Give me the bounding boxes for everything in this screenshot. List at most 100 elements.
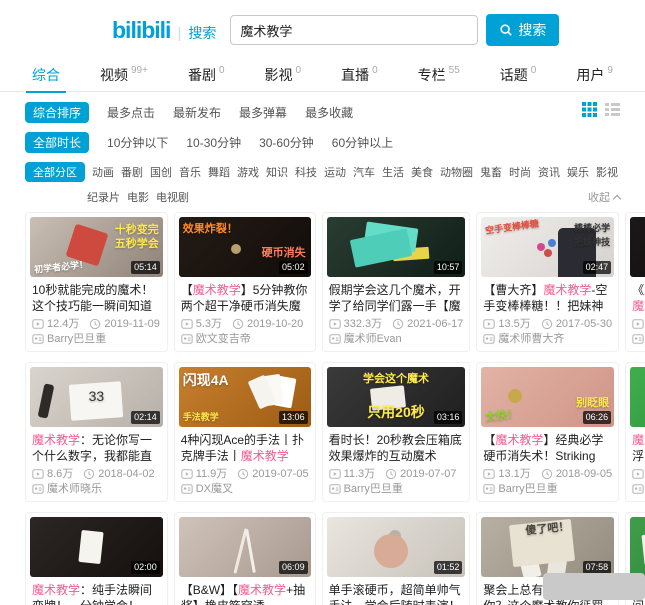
video-card[interactable]: 03:16 学会这个魔术只用20秒 看时长！20秒教会压箱底效果爆炸的互动魔术【… bbox=[322, 362, 471, 502]
filter-option[interactable]: 汽车 bbox=[353, 164, 375, 180]
video-thumbnail[interactable]: 10:57 bbox=[327, 217, 466, 277]
filter-option[interactable]: 美食 bbox=[411, 164, 433, 180]
uploader[interactable]: 魔术师曹大齐 bbox=[483, 332, 564, 346]
filter-option[interactable]: 国创 bbox=[150, 164, 172, 180]
result-tab[interactable]: 综合 bbox=[32, 58, 60, 92]
video-thumbnail[interactable]: 05:14 十秒变完五秒学会初学者必学！ bbox=[30, 217, 163, 277]
video-thumbnail[interactable]: 03:16 学会这个魔术只用20秒 bbox=[327, 367, 466, 427]
grid-view-icon[interactable] bbox=[582, 102, 597, 117]
result-tab[interactable]: 话题 0 bbox=[500, 58, 537, 92]
filter-option[interactable]: 时尚 bbox=[509, 164, 531, 180]
uploader[interactable]: Barry巴旦重 bbox=[32, 332, 106, 346]
filter-option[interactable]: 最新发布 bbox=[173, 104, 221, 121]
video-thumbnail[interactable]: 01:20 bbox=[630, 367, 645, 427]
video-thumbnail[interactable]: 07:58 傻了吧！ bbox=[481, 517, 614, 577]
search-button[interactable]: 搜索 bbox=[486, 14, 559, 46]
uploader[interactable]: 欧文变吉帝 bbox=[181, 332, 251, 346]
video-title[interactable]: 魔术教学：纯手法瞬间变牌！一分钟学会！ bbox=[32, 582, 161, 605]
video-thumbnail[interactable]: 08:49:56 bbox=[630, 217, 645, 277]
video-thumbnail[interactable]: 06:09 bbox=[179, 517, 311, 577]
uploader[interactable]: 魔术师晓乐 bbox=[632, 482, 645, 496]
uploader[interactable]: 梁校长 bbox=[632, 332, 645, 346]
video-title[interactable]: 【魔术教学】5分钟教你两个超干净硬币消失魔术！ bbox=[181, 282, 309, 314]
filter-option[interactable]: 舞蹈 bbox=[208, 164, 230, 180]
video-title[interactable]: 看时长！20秒教会压箱底效果爆炸的互动魔术【Barry bbox=[329, 432, 464, 464]
filter-option[interactable]: 游戏 bbox=[237, 164, 259, 180]
result-tab[interactable]: 视频 99+ bbox=[100, 58, 148, 92]
filter-option[interactable]: 娱乐 bbox=[567, 164, 589, 180]
video-card[interactable]: 02:00 魔术教学：纯手法瞬间变牌！一分钟学会！ 14.4万 2017-02-… bbox=[25, 512, 168, 605]
filter-option[interactable]: 最多弹幕 bbox=[239, 104, 287, 121]
filter-option[interactable]: 10-30分钟 bbox=[186, 134, 241, 151]
filter-option[interactable]: 鬼畜 bbox=[480, 164, 502, 180]
sort-active-pill[interactable]: 综合排序 bbox=[25, 102, 89, 123]
filter-option[interactable]: 知识 bbox=[266, 164, 288, 180]
filter-option[interactable]: 科技 bbox=[295, 164, 317, 180]
video-title[interactable]: 【曹大齐】魔术教学-空手变棒棒糖！！把妹神招！ bbox=[483, 282, 612, 314]
video-title[interactable]: 【魔术教学】经典必学硬币消失术！Striking Vanish bbox=[483, 432, 612, 464]
filter-option[interactable]: 60分钟以上 bbox=[332, 134, 393, 151]
filter-option[interactable]: 电视剧 bbox=[156, 189, 189, 205]
video-card[interactable]: 05:14 十秒变完五秒学会初学者必学！ 10秒就能完成的魔术！这个技巧能一瞬间… bbox=[25, 212, 168, 352]
collapse-button[interactable]: 收起 bbox=[588, 189, 620, 205]
logo-text: bilibili bbox=[112, 17, 170, 44]
result-tab[interactable]: 用户 9 bbox=[576, 58, 613, 92]
video-card[interactable]: 10:57 假期学会这几个魔术，开学了给同学们露一手【魔术师 332.3万 20… bbox=[322, 212, 471, 352]
video-title[interactable]: 10秒就能完成的魔术！这个技巧能一瞬间知道观众选择 bbox=[32, 282, 161, 314]
video-thumbnail[interactable]: 13:06 闪现4A手法教学 bbox=[179, 367, 311, 427]
filter-option[interactable]: 资讯 bbox=[538, 164, 560, 180]
video-thumbnail[interactable]: 02:00 bbox=[30, 517, 163, 577]
video-thumbnail[interactable]: 06:26 太快！别眨眼 bbox=[481, 367, 614, 427]
uploader[interactable]: DX魔叉 bbox=[181, 482, 233, 496]
uploader[interactable]: Barry巴旦重 bbox=[483, 482, 557, 496]
result-tab[interactable]: 番剧 0 bbox=[188, 58, 225, 92]
result-tab[interactable]: 直播 0 bbox=[341, 58, 378, 92]
video-duration-badge: 10:57 bbox=[434, 261, 463, 274]
video-card[interactable]: 08:49:56 《魔术教学合集》刘谦魔术教学合集 6.9万 2018-01-1… bbox=[625, 212, 645, 352]
result-tab[interactable]: 专栏 55 bbox=[418, 58, 460, 92]
filter-option[interactable]: 运动 bbox=[324, 164, 346, 180]
video-title[interactable]: 魔术教学：无论你写一个什么数字，我都能直接猜中！ bbox=[32, 432, 161, 464]
video-card[interactable]: 06:26 太快！别眨眼 【魔术教学】经典必学硬币消失术！Striking Va… bbox=[476, 362, 619, 502]
bilibili-logo[interactable]: bilibili | 搜索 bbox=[112, 17, 216, 44]
video-card[interactable]: 01:20 魔术教学：银行卡悬浮，看一遍就能学会 19.5万 2018-03-0… bbox=[625, 362, 645, 502]
video-title[interactable]: 魔术教学：银行卡悬浮，看一遍就能学会 bbox=[632, 432, 645, 464]
video-thumbnail[interactable]: 08:19 魔法？手术？瞬间变牌 bbox=[630, 517, 645, 577]
result-tab[interactable]: 影视 0 bbox=[265, 58, 302, 92]
video-card[interactable]: 02:47 空手变棒棒糖棒棒必学把妹神技 【曹大齐】魔术教学-空手变棒棒糖！！把… bbox=[476, 212, 619, 352]
video-thumbnail[interactable]: 02:14 33 bbox=[30, 367, 163, 427]
filter-option[interactable]: 番剧 bbox=[121, 164, 143, 180]
video-title[interactable]: 【B&W】【魔术教学+抽奖】橡皮筋穿透 bbox=[181, 582, 309, 605]
video-card[interactable]: 05:02 效果炸裂！硬币消失 【魔术教学】5分钟教你两个超干净硬币消失魔术！ … bbox=[174, 212, 316, 352]
video-card[interactable]: 01:52 单手滚硬币，超简单帅气手法，学会后随时表演！ 158.1万 2019… bbox=[322, 512, 471, 605]
list-view-icon[interactable] bbox=[605, 102, 620, 117]
filter-option[interactable]: 生活 bbox=[382, 164, 404, 180]
filter-option[interactable]: 最多收藏 bbox=[305, 104, 353, 121]
filter-option[interactable]: 纪录片 bbox=[87, 189, 120, 205]
video-card[interactable]: 02:14 33 魔术教学：无论你写一个什么数字，我都能直接猜中！ 8.6万 2… bbox=[25, 362, 168, 502]
video-title[interactable]: 《魔术教学合集》刘谦魔术教学合集 bbox=[632, 282, 645, 314]
uploader[interactable]: Barry巴旦重 bbox=[329, 482, 403, 496]
video-thumbnail[interactable]: 02:47 空手变棒棒糖棒棒必学把妹神技 bbox=[481, 217, 614, 277]
filter-option[interactable]: 30-60分钟 bbox=[259, 134, 314, 151]
filter-option[interactable]: 音乐 bbox=[179, 164, 201, 180]
video-card[interactable]: 13:06 闪现4A手法教学 4种闪现Ace的手法丨扑克牌手法丨魔术教学 11.… bbox=[174, 362, 316, 502]
video-thumbnail[interactable]: 05:02 效果炸裂！硬币消失 bbox=[179, 217, 311, 277]
video-title[interactable]: 单手滚硬币，超简单帅气手法，学会后随时表演！ bbox=[329, 582, 464, 605]
up-icon bbox=[483, 333, 495, 345]
search-input[interactable] bbox=[230, 15, 478, 45]
filter-option[interactable]: 影视 bbox=[596, 164, 618, 180]
category-active-pill[interactable]: 全部分区 bbox=[25, 162, 85, 182]
filter-option[interactable]: 10分钟以下 bbox=[107, 134, 168, 151]
video-title[interactable]: 假期学会这几个魔术，开学了给同学们露一手【魔术师 bbox=[329, 282, 464, 314]
filter-option[interactable]: 最多点击 bbox=[107, 104, 155, 121]
uploader[interactable]: 魔术师Evan bbox=[329, 332, 402, 346]
filter-option[interactable]: 动画 bbox=[92, 164, 114, 180]
video-thumbnail[interactable]: 01:52 bbox=[327, 517, 466, 577]
duration-active-pill[interactable]: 全部时长 bbox=[25, 132, 89, 153]
uploader[interactable]: 魔术师晓乐 bbox=[32, 482, 102, 496]
filter-option[interactable]: 动物圈 bbox=[440, 164, 473, 180]
filter-option[interactable]: 电影 bbox=[127, 189, 149, 205]
video-title[interactable]: 4种闪现Ace的手法丨扑克牌手法丨魔术教学 bbox=[181, 432, 309, 464]
video-card[interactable]: 06:09 【B&W】【魔术教学+抽奖】橡皮筋穿透 8.7万 2015-03-0… bbox=[174, 512, 316, 605]
